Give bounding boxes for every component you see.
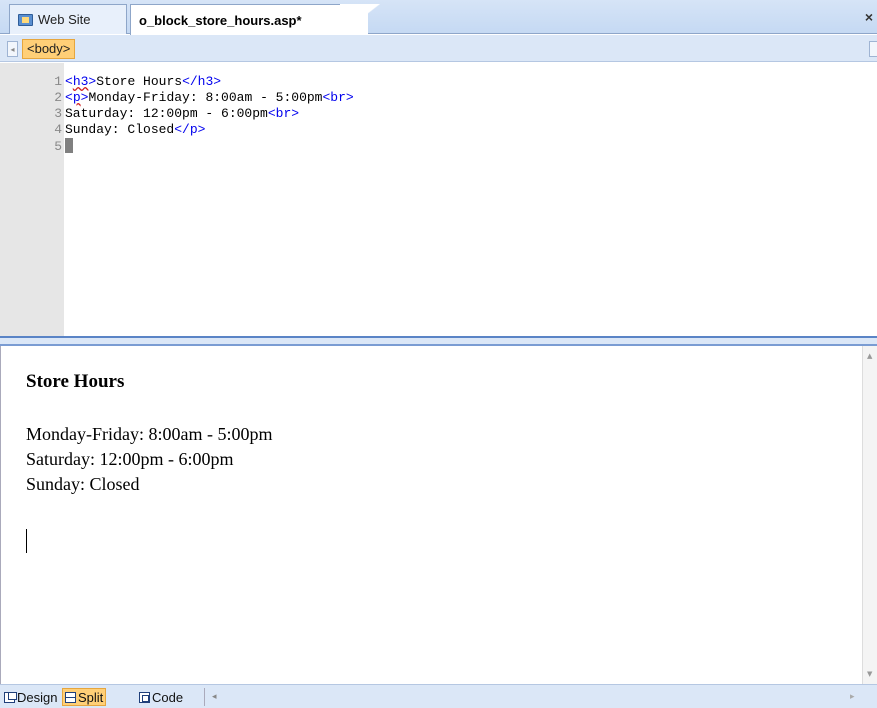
line-number: 1 [54,74,62,89]
code-text: Monday-Friday: 8:00am - 5:00pm [88,90,323,105]
code-text: Saturday: 12:00pm - 6:00pm [65,106,268,121]
body-tag-selector[interactable]: <body> [22,39,76,59]
tag-scroll-left-icon[interactable]: ◂ [7,41,18,57]
code-line: 3 Saturday: 12:00pm - 6:00pm<br> [0,106,299,122]
tab-file-edge [340,4,380,35]
code-line: 2 <p>Monday-Friday: 8:00am - 5:00pm<br> [0,90,354,106]
scroll-left-icon[interactable]: ◂ [212,691,217,702]
line-number: 2 [54,90,62,105]
line-number: 5 [54,139,62,154]
code-view-icon [139,691,150,703]
design-view-button[interactable]: Design [2,688,59,706]
code-view-button[interactable]: Code [137,688,185,706]
split-view-label: Split [78,689,104,705]
code-cursor [65,138,73,153]
design-view-label: Design [17,689,58,705]
view-mode-bar: Design Split Code ◂ ▸ [0,684,877,708]
line-number: 3 [54,106,62,121]
tab-file-label: o_block_store_hours.asp* [139,12,302,28]
design-line-weekdays: Monday-Friday: 8:00am - 5:00pm [26,424,273,444]
document-tab-bar: Web Site o_block_store_hours.asp* × [0,0,877,35]
design-vertical-scrollbar[interactable]: ▲ ▼ [862,346,877,684]
design-line-sunday: Sunday: Closed [26,474,140,494]
code-tag: < [65,74,73,89]
website-folder-icon [18,13,33,26]
code-tag: < [65,90,73,105]
split-view-icon [65,691,76,703]
scroll-right-icon[interactable]: ▸ [850,691,855,702]
tag-selector-bar: ◂ <body> [0,35,877,62]
design-view[interactable]: Store Hours Monday-Friday: 8:00am - 5:00… [0,346,862,684]
code-tag: h3 [72,74,89,89]
tab-web-site-label: Web Site [38,12,91,27]
code-editor[interactable]: 1 <h3>Store Hours</h3> 2 <p>Monday-Friday: … [0,63,877,336]
tab-o-block-store-hours[interactable]: o_block_store_hours.asp* [130,4,368,35]
code-line: 5 [0,138,73,154]
code-text: Store Hours [96,74,183,89]
design-line-saturday: Saturday: 12:00pm - 6:00pm [26,449,234,469]
code-line: 1 <h3>Store Hours</h3> [0,74,221,90]
close-document-icon[interactable]: × [865,9,873,25]
code-tag: <br> [322,90,354,105]
design-heading: Store Hours [26,371,125,392]
code-view-label: Code [152,689,184,705]
text-caret [26,529,27,553]
code-tag: </h3> [182,74,222,89]
split-view-button[interactable]: Split [62,688,107,706]
code-line: 4 Sunday: Closed</p> [0,122,205,138]
scroll-down-icon[interactable]: ▼ [867,670,872,678]
code-tag: p [72,90,81,105]
tab-web-site[interactable]: Web Site [9,4,127,34]
design-paragraph: Monday-Friday: 8:00am - 5:00pm Saturday:… [26,422,272,497]
code-tag: <br> [267,106,300,121]
code-tag: </p> [174,122,206,137]
tag-scroll-right-icon[interactable] [869,41,877,57]
code-text: Sunday: Closed [65,122,175,137]
line-number: 4 [54,122,62,137]
design-view-icon [4,691,17,703]
view-bar-divider [204,688,205,706]
split-divider[interactable] [0,336,877,346]
scroll-up-icon[interactable]: ▲ [867,352,872,360]
